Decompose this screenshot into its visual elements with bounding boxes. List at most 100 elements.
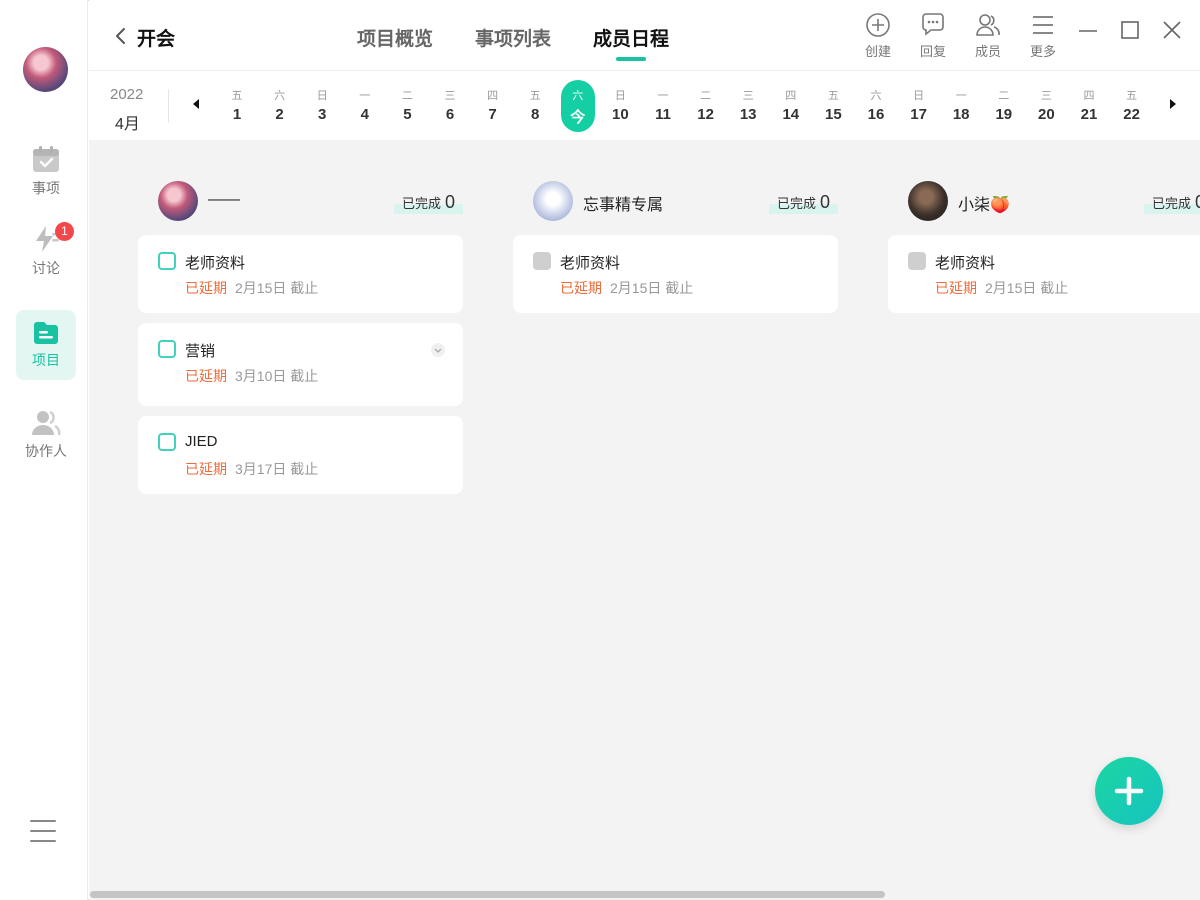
- day-number: 2: [275, 106, 284, 123]
- day-cell[interactable]: 三6: [433, 80, 467, 132]
- tab-member-schedule[interactable]: 成员日程: [593, 24, 669, 51]
- task-checkbox[interactable]: [158, 340, 176, 358]
- day-number: 11: [655, 106, 671, 123]
- task-title: 老师资料: [185, 255, 246, 272]
- sidebar: 事项 1 讨论 项目 协作人: [0, 0, 88, 900]
- tab-bar: 项目概览 事项列表 成员日程: [357, 24, 669, 51]
- horizontal-scrollbar[interactable]: [90, 891, 885, 898]
- overdue-status: 已延期: [185, 461, 227, 477]
- due-date: 2月15日 截止: [610, 280, 694, 296]
- day-number: 14: [782, 106, 800, 123]
- task-card[interactable]: 营销 已延期 3月10日 截止: [138, 323, 463, 406]
- hamburger-menu-icon[interactable]: [30, 820, 56, 844]
- day-cell-today[interactable]: 六今: [560, 80, 595, 132]
- day-cell[interactable]: 日 17: [902, 80, 936, 132]
- task-checkbox[interactable]: [533, 252, 551, 270]
- day-cell[interactable]: 五1: [220, 80, 254, 132]
- next-week-arrow-icon[interactable]: [1170, 99, 1176, 109]
- weekday-label: 五: [231, 90, 243, 102]
- day-cell[interactable]: 四 21: [1072, 80, 1106, 132]
- member-column: 忘事精专属 已完成 0 老师资料 已延期 2月15日 截止: [513, 180, 838, 323]
- day-cell[interactable]: 一 11: [646, 80, 680, 132]
- task-meta: 已延期 2月15日 截止: [560, 278, 693, 298]
- more-button[interactable]: 更多: [1028, 12, 1058, 60]
- minimize-icon[interactable]: [1078, 20, 1098, 40]
- prev-week-arrow-icon[interactable]: [193, 99, 199, 109]
- people-icon: [32, 410, 61, 436]
- sidebar-item-discussion[interactable]: 1 讨论: [16, 216, 76, 286]
- action-label: 成员: [974, 44, 1001, 59]
- weekday-label: 一: [955, 90, 967, 102]
- day-cell[interactable]: 一 18: [944, 80, 978, 132]
- chevron-down-icon[interactable]: [431, 343, 445, 357]
- day-cell[interactable]: 六 16: [859, 80, 893, 132]
- member-name: ——: [208, 191, 240, 208]
- weekday-label: 二: [998, 90, 1010, 102]
- sidebar-item-projects[interactable]: 项目: [16, 310, 76, 380]
- completed-label: 已完成: [776, 196, 816, 211]
- members-button[interactable]: 成员: [973, 12, 1003, 60]
- task-checkbox[interactable]: [158, 252, 176, 270]
- weekday-label: 六: [274, 90, 286, 102]
- day-cell[interactable]: 二 12: [689, 80, 723, 132]
- weekday-label: 一: [657, 90, 669, 102]
- day-cell[interactable]: 六2: [263, 80, 297, 132]
- year-label: 2022: [110, 86, 144, 103]
- day-cell[interactable]: 四 14: [774, 80, 808, 132]
- day-cell[interactable]: 五 15: [816, 80, 850, 132]
- day-cell[interactable]: 一4: [348, 80, 382, 132]
- plus-icon: [1114, 776, 1144, 806]
- member-avatar[interactable]: [533, 181, 573, 221]
- month-label[interactable]: 4月: [115, 110, 140, 134]
- header: 开会 项目概览 事项列表 成员日程 创建 回复 成员 更多: [89, 0, 1200, 70]
- weekday-label: 五: [1126, 90, 1138, 102]
- divider: [168, 89, 169, 123]
- sidebar-item-label: 事项: [32, 180, 60, 196]
- task-card[interactable]: JIED 已延期 3月17日 截止: [138, 416, 463, 494]
- weekday-label: 六: [572, 90, 584, 102]
- day-cell[interactable]: 三 13: [731, 80, 765, 132]
- day-cell[interactable]: 日3: [305, 80, 339, 132]
- weekday-label: 四: [785, 90, 797, 102]
- tab-overview[interactable]: 项目概览: [357, 24, 433, 51]
- weekday-label: 一: [359, 90, 371, 102]
- tab-task-list[interactable]: 事项列表: [475, 24, 551, 51]
- day-cell[interactable]: 日 10: [603, 80, 637, 132]
- create-button[interactable]: 创建: [863, 12, 893, 60]
- task-card[interactable]: 老师资料 已延期 2月15日 截止: [513, 235, 838, 313]
- add-task-fab-button[interactable]: [1095, 757, 1163, 825]
- sidebar-item-collaborators[interactable]: 协作人: [16, 400, 76, 470]
- day-cell[interactable]: 五8: [518, 80, 552, 132]
- member-name: 忘事精专属: [583, 197, 664, 214]
- day-number: 19: [995, 106, 1013, 123]
- completed-label: 已完成: [1151, 196, 1191, 211]
- close-icon[interactable]: [1162, 20, 1182, 40]
- action-label: 创建: [864, 44, 891, 59]
- task-checkbox[interactable]: [158, 433, 176, 451]
- task-checkbox[interactable]: [908, 252, 926, 270]
- member-avatar[interactable]: [158, 181, 198, 221]
- completed-count: 已完成 0: [1143, 192, 1200, 214]
- day-cell[interactable]: 三 20: [1029, 80, 1063, 132]
- task-card[interactable]: 老师资料 已延期 2月15日 截止: [138, 235, 463, 313]
- reply-button[interactable]: 回复: [918, 12, 948, 60]
- day-cell[interactable]: 二5: [390, 80, 424, 132]
- day-cell[interactable]: 五 22: [1115, 80, 1149, 132]
- weekday-label: 日: [913, 90, 925, 102]
- day-number: 5: [403, 106, 412, 123]
- member-column: —— 已完成 0 老师资料 已延期 2月15日 截止 营销 已延期 3月10日 截止: [138, 180, 463, 504]
- day-cell[interactable]: 二 19: [987, 80, 1021, 132]
- task-card[interactable]: 老师资料 已延期 2月15日 截止: [888, 235, 1200, 313]
- members-icon: [976, 14, 1000, 36]
- action-label: 回复: [919, 44, 946, 59]
- back-arrow-icon[interactable]: [113, 24, 129, 48]
- member-avatar[interactable]: [908, 181, 948, 221]
- action-label: 更多: [1029, 44, 1056, 59]
- member-header: 忘事精专属 已完成 0: [513, 180, 838, 235]
- user-avatar[interactable]: [23, 47, 68, 92]
- maximize-icon[interactable]: [1120, 20, 1140, 40]
- day-cell[interactable]: 四7: [476, 80, 510, 132]
- sidebar-item-tasks[interactable]: 事项: [16, 136, 76, 206]
- member-name: 小柒🍑: [958, 197, 1010, 214]
- task-meta: 已延期 2月15日 截止: [935, 278, 1068, 298]
